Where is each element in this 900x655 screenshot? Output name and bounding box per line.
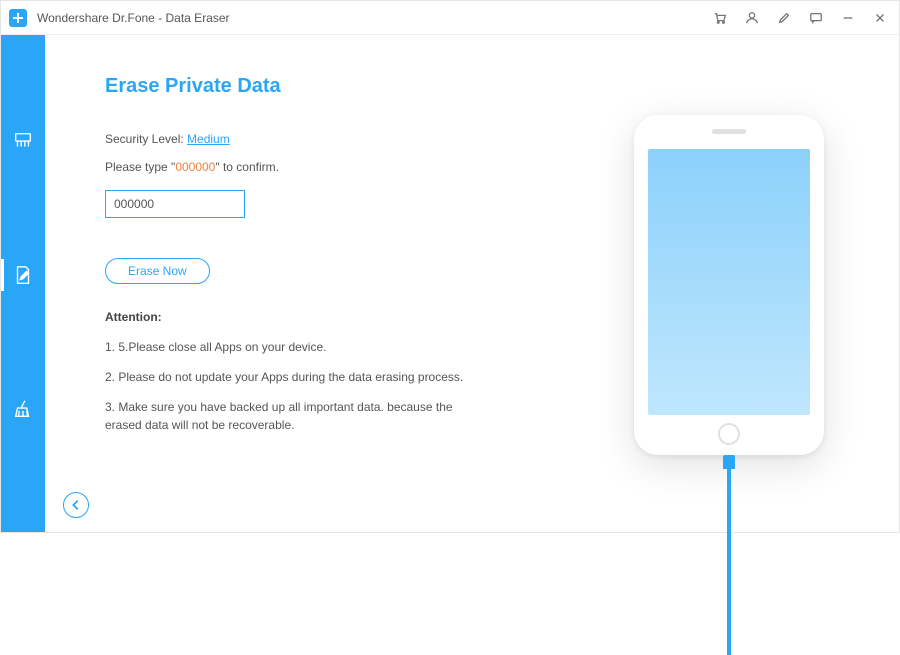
user-icon[interactable] — [743, 9, 761, 27]
close-button[interactable] — [871, 9, 889, 27]
body: Erase Private Data Security Level: Mediu… — [1, 35, 899, 532]
sidebar-item-erase[interactable] — [1, 253, 45, 297]
attention-list: 1. 5.Please close all Apps on your devic… — [105, 338, 485, 434]
shredder-icon — [12, 130, 34, 152]
security-level-link[interactable]: Medium — [187, 132, 230, 146]
app-window: Wondershare Dr.Fone - Data Eraser — [0, 0, 900, 533]
confirm-prefix: Please type " — [105, 160, 175, 174]
titlebar-controls — [711, 9, 889, 27]
left-pane: Erase Private Data Security Level: Mediu… — [45, 35, 559, 532]
phone-screen — [648, 149, 810, 415]
minimize-button[interactable] — [839, 9, 857, 27]
confirm-instruction: Please type "000000" to confirm. — [105, 160, 529, 174]
phone-home-button — [718, 423, 740, 445]
sidebar-item-broom[interactable] — [1, 387, 45, 431]
phone-illustration — [634, 115, 824, 455]
arrow-left-icon — [69, 498, 83, 512]
sidebar-item-shredder[interactable] — [1, 119, 45, 163]
attention-heading: Attention: — [105, 310, 529, 324]
app-logo — [9, 9, 27, 27]
erase-now-button[interactable]: Erase Now — [105, 258, 210, 284]
pencil-icon[interactable] — [775, 9, 793, 27]
cart-icon[interactable] — [711, 9, 729, 27]
confirm-code: 000000 — [175, 160, 215, 174]
cable — [727, 455, 731, 655]
sidebar — [1, 35, 45, 532]
titlebar: Wondershare Dr.Fone - Data Eraser — [1, 1, 899, 35]
feedback-icon[interactable] — [807, 9, 825, 27]
page-title: Erase Private Data — [105, 75, 529, 98]
document-edit-icon — [12, 264, 34, 286]
confirm-input[interactable] — [105, 190, 245, 218]
attention-item: 2. Please do not update your Apps during… — [105, 368, 485, 386]
security-level-label: Security Level: — [105, 132, 187, 146]
attention-item: 3. Make sure you have backed up all impo… — [105, 398, 485, 434]
confirm-suffix: " to confirm. — [215, 160, 279, 174]
right-pane — [559, 35, 899, 532]
attention-item: 1. 5.Please close all Apps on your devic… — [105, 338, 485, 356]
security-level: Security Level: Medium — [105, 132, 529, 146]
window-title: Wondershare Dr.Fone - Data Eraser — [37, 11, 230, 25]
plus-icon — [12, 12, 24, 24]
broom-icon — [12, 398, 34, 420]
content: Erase Private Data Security Level: Mediu… — [45, 35, 899, 532]
back-button[interactable] — [63, 492, 89, 518]
